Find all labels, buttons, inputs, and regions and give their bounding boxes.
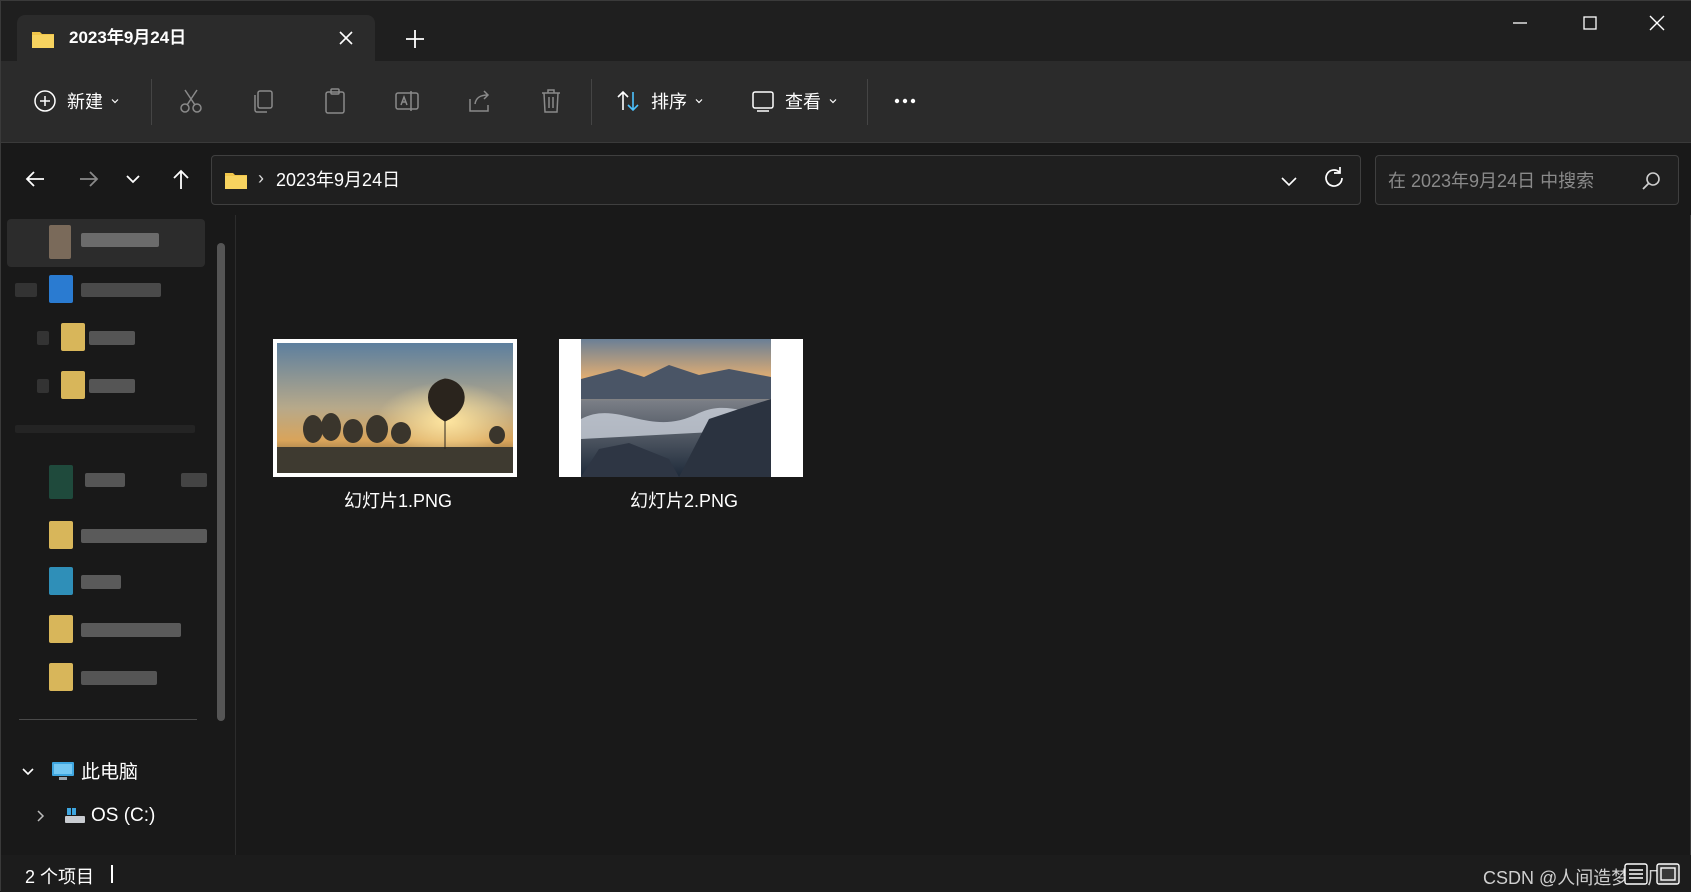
sidebar-item-drive-c[interactable]: OS (C:) [31,805,155,827]
computer-icon [52,761,74,780]
redacted-label [81,671,157,685]
redacted-label [89,331,135,345]
redacted-chevron [37,331,49,345]
chevron-down-icon[interactable] [19,762,37,780]
plus-circle-icon [34,90,56,112]
file-item[interactable]: 幻灯片1.PNG [273,339,523,515]
redacted-icon [49,615,73,643]
sidebar-item-this-pc[interactable]: 此电脑 [19,757,138,784]
close-window-icon[interactable] [1622,1,1691,45]
status-bar: 2 个项目 CSDN @人间造梦工厂 [1,855,1691,892]
share-icon[interactable] [463,85,495,117]
rename-icon[interactable] [391,85,423,117]
copy-icon[interactable] [247,85,279,117]
navigation-pane: 此电脑 OS (C:) [1,215,236,855]
sidebar-item-label: OS (C:) [91,805,156,826]
image-thumbnail [273,339,517,477]
chevron-right-icon[interactable] [31,807,49,825]
redacted-icon [49,275,73,303]
minimize-icon[interactable] [1485,1,1555,45]
item-count: 2 个项目 [25,867,95,887]
redacted-chevron [37,379,49,393]
search-icon[interactable] [1640,170,1662,192]
file-name: 幻灯片2.PNG [629,491,739,511]
redacted-icon [49,663,73,691]
breadcrumb-separator[interactable]: › [258,168,264,189]
sort-button[interactable]: 排序 [615,83,705,119]
text-cursor [111,865,113,883]
redacted-chevron [15,283,37,297]
redacted-icon [49,225,71,259]
toolbar-divider [151,79,152,125]
view-button-label: 查看 [785,92,821,112]
details-view-icon[interactable] [1623,861,1649,887]
up-arrow-icon[interactable] [165,163,197,195]
chevron-down-icon [829,99,837,104]
recent-locations-icon[interactable] [117,163,149,195]
redacted-label [89,379,135,393]
redacted-icon [49,465,73,499]
tab-title: 2023年9月24日 [69,28,187,47]
new-button-label: 新建 [67,92,103,112]
forward-arrow-icon[interactable] [73,163,105,195]
file-item[interactable]: 幻灯片2.PNG [559,339,809,515]
redacted-label [81,623,181,637]
chevron-down-icon [111,99,119,104]
redacted-label [81,233,159,247]
folder-icon [32,32,54,48]
view-button[interactable]: 查看 [751,83,839,119]
delete-icon[interactable] [535,85,567,117]
more-options-icon[interactable] [889,85,921,117]
image-thumbnail [559,339,803,477]
redacted-label [85,473,125,487]
sidebar-divider [19,719,197,720]
cut-icon[interactable] [175,85,207,117]
file-name: 幻灯片1.PNG [343,491,453,511]
new-tab-icon[interactable] [401,25,429,53]
search-input[interactable] [1386,166,1630,196]
redacted-label [181,473,207,487]
title-bar: 2023年9月24日 [1,1,1691,61]
redacted-icon [49,521,73,549]
search-box[interactable] [1375,155,1679,205]
drive-icon [65,808,85,823]
maximize-icon[interactable] [1555,1,1625,45]
folder-icon [225,173,247,189]
address-history-dropdown-icon[interactable] [1276,168,1302,194]
navigation-row: › 2023年9月24日 [1,143,1691,215]
redacted-label [81,529,207,543]
redacted-icon [61,323,85,351]
breadcrumb-current-folder[interactable]: 2023年9月24日 [276,168,400,192]
sort-icon [617,90,639,112]
address-bar[interactable]: › 2023年9月24日 [211,155,1361,205]
toolbar-divider [867,79,868,125]
toolbar-divider [591,79,592,125]
file-explorer-window: 2023年9月24日 新建 排序 查看 › 2023年9月24日 在 2023年… [0,0,1691,892]
tab-current-folder[interactable]: 2023年9月24日 [17,15,375,61]
view-icon [752,91,774,112]
close-tab-icon[interactable] [335,27,357,49]
new-button[interactable]: 新建 [33,83,121,119]
chevron-down-icon [695,99,703,104]
sidebar-item-label: 此电脑 [81,762,139,783]
redacted-label [81,283,161,297]
refresh-icon[interactable] [1319,163,1349,193]
paste-icon[interactable] [319,85,351,117]
redacted-divider [15,425,195,433]
command-bar: 新建 排序 查看 [1,61,1691,143]
redacted-icon [49,567,73,595]
sidebar-scrollbar[interactable] [217,243,225,721]
file-view: 幻灯片1.PNG 幻灯片2.PNG [237,215,1689,855]
sort-button-label: 排序 [651,92,687,112]
back-arrow-icon[interactable] [19,163,51,195]
redacted-label [81,575,121,589]
large-icons-view-icon[interactable] [1655,861,1681,887]
redacted-icon [61,371,85,399]
